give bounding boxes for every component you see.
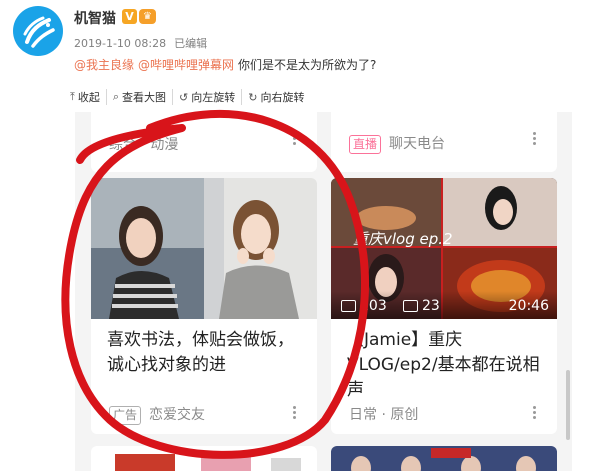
rotate-left-icon: ↺ [179,90,189,104]
play-count-value: 103 [360,298,387,314]
feed-card[interactable]: 综合 · 动漫 [91,112,317,172]
more-icon[interactable] [533,406,537,421]
card-category: 聊天电台 [389,136,446,152]
video-overlay-text: 重庆vlog ep.2 [353,230,453,248]
rotate-right-label: 向右旋转 [260,91,305,104]
mention-link[interactable]: @我主良缘 [74,58,134,72]
ad-thumbnail[interactable] [91,178,317,319]
video-stats-bar: 103 23 20:46 [331,291,557,319]
collapse-label: 收起 [77,91,100,104]
edited-label: 已编辑 [174,37,208,50]
view-large-label: 查看大图 [122,91,167,104]
rotate-left-button[interactable]: ↺ 向左旋转 [172,89,241,105]
ad-title[interactable]: 喜欢书法，体贴会做饭，诚心找对象的进 [107,328,303,378]
feed-card[interactable] [331,446,557,471]
author-avatar[interactable] [13,6,63,56]
ad-tag: 广告 [109,406,142,425]
card-category: 综合 · 动漫 [109,137,179,153]
live-tag: 直播 [349,135,382,154]
mention-link[interactable]: @哔哩哔哩弹幕网 [138,58,234,72]
vip-crown-icon: ♛ [139,9,156,24]
post-meta: 2019-1-10 08:28 已编辑 [74,35,207,51]
play-count: 103 [341,298,387,314]
weibo-post-header: 机智猫 V ♛ 2019-1-10 08:28 已编辑 @我主良缘 @哔哩哔哩弹幕网… [0,0,590,118]
card-category-line: 直播 聊天电台 [349,133,445,154]
rotate-right-button[interactable]: ↻ 向右旋转 [241,89,310,105]
comment-count-value: 23 [422,298,440,314]
zoom-icon: ⌕ [112,90,120,103]
collapse-button[interactable]: ⤒ 收起 [64,89,106,105]
comment-count: 23 [403,298,440,314]
rotate-left-label: 向左旋转 [191,91,236,104]
video-duration: 20:46 [508,298,549,314]
verified-icon: V [122,9,137,24]
more-icon[interactable] [533,132,537,147]
more-icon[interactable] [293,406,297,421]
ad-card[interactable]: 喜欢书法，体贴会做饭，诚心找对象的进 广告 恋爱交友 [91,178,317,434]
card-category-line: 广告 恋爱交友 [109,404,205,425]
post-text: @我主良缘 @哔哩哔哩弹幕网 你们是不是太为所欲为了? [74,56,376,73]
video-title[interactable]: 【Jamie】重庆VLOG/ep2/基本都在说相声 [347,328,547,403]
feed-card[interactable]: 直播 聊天电台 [331,112,557,172]
post-body: 你们是不是太为所欲为了? [238,58,377,72]
embedded-screenshot[interactable]: 综合 · 动漫 直播 聊天电台 喜欢书法，体贴会做饭，诚心找对象的进 广告 恋爱… [75,112,572,471]
image-toolbar: ⤒ 收起 ⌕ 查看大图 ↺ 向左旋转 ↻ 向右旋转 [64,88,310,106]
card-category: 恋爱交友 [149,407,206,423]
collapse-icon: ⤒ [70,90,75,103]
play-icon [341,300,356,312]
comment-icon [403,300,418,312]
view-large-button[interactable]: ⌕ 查看大图 [105,89,172,105]
video-thumbnail[interactable]: 重庆vlog ep.2 103 23 20:46 [331,178,557,319]
author-name[interactable]: 机智猫 [74,8,116,28]
video-card[interactable]: 重庆vlog ep.2 103 23 20:46 【Jamie】重庆VLOG/e… [331,178,557,434]
feed-card[interactable] [91,446,317,471]
cat-logo-icon [23,16,55,48]
post-date[interactable]: 2019-1-10 08:28 [74,37,166,50]
card-category: 日常 · 原创 [349,407,419,423]
more-icon[interactable] [293,132,297,147]
rotate-right-icon: ↻ [248,90,258,104]
scrollbar[interactable] [566,370,570,440]
